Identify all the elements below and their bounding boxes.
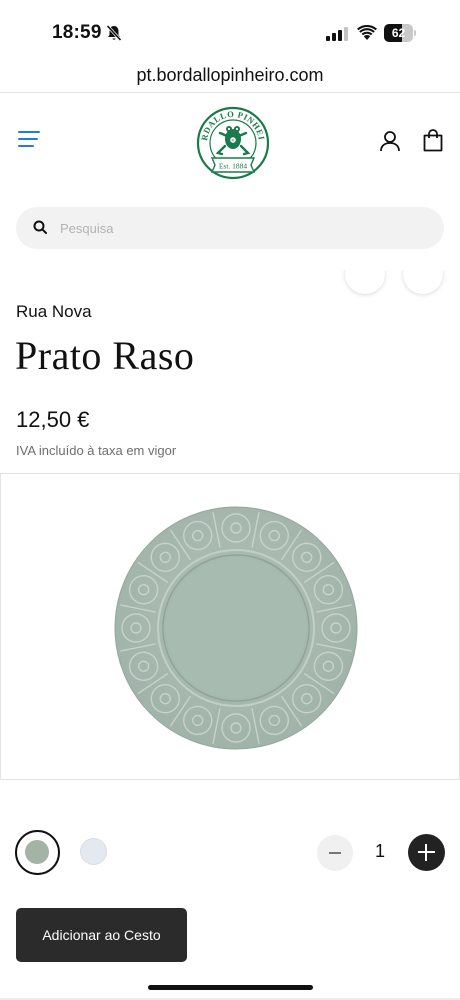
collection-name[interactable]: Rua Nova	[16, 302, 92, 322]
quantity-increase-button[interactable]	[408, 834, 445, 871]
product-price: 12,50 €	[16, 407, 90, 432]
battery-indicator: 62	[384, 24, 416, 42]
header-scroll-cover	[0, 250, 460, 270]
search-bar[interactable]	[16, 207, 444, 249]
tax-note: IVA incluído à taxa em vigor	[16, 443, 177, 458]
minus-icon	[329, 852, 341, 854]
browser-url[interactable]: pt.bordallopinheiro.com	[0, 60, 460, 90]
quantity-value[interactable]: 1	[360, 841, 400, 862]
swatch-color	[25, 840, 49, 864]
add-to-cart-button[interactable]: Adicionar ao Cesto	[16, 908, 187, 962]
search-icon	[33, 220, 47, 234]
product-title: Prato Raso	[15, 333, 195, 378]
color-swatch[interactable]	[80, 838, 107, 865]
home-indicator	[148, 985, 313, 990]
cellular-signal-icon	[326, 27, 348, 41]
status-time: 18:59	[52, 22, 102, 43]
shopping-bag-icon[interactable]	[423, 129, 443, 152]
brand-logo[interactable]: BORDALLO PINHEIRO R Est. 1884	[196, 106, 270, 180]
user-icon[interactable]	[379, 130, 401, 152]
product-image[interactable]	[114, 506, 358, 750]
quantity-decrease-button[interactable]	[317, 835, 353, 871]
search-input[interactable]	[60, 207, 430, 249]
url-divider	[0, 92, 460, 93]
color-swatch-selected[interactable]	[15, 830, 60, 875]
svg-text:Est. 1884: Est. 1884	[219, 161, 248, 170]
battery-level: 62	[391, 26, 406, 40]
status-bar: 18:59 62	[0, 0, 460, 62]
svg-text:R: R	[232, 138, 235, 143]
wifi-icon	[357, 25, 377, 40]
product-image-frame[interactable]	[0, 473, 460, 780]
hamburger-menu-icon[interactable]	[18, 128, 44, 150]
bell-muted-icon	[106, 24, 122, 42]
